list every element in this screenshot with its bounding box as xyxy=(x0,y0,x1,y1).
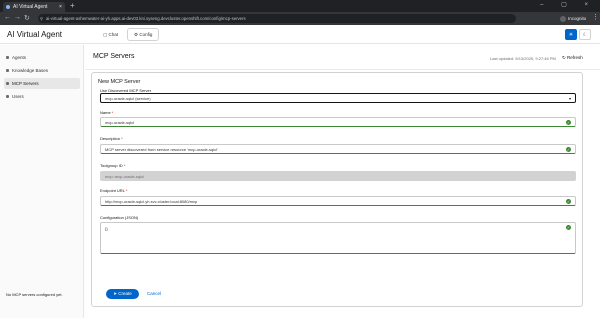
sidebar: Agents Knowledge Bases MCP Servers Users xyxy=(0,45,84,318)
empty-state-text: No MCP servers configured yet. xyxy=(6,292,63,297)
main-content: MCP Servers Last updated: 5/13/2025, 9:2… xyxy=(85,45,600,318)
address-text: ai-virtual-agent-ashemwater-ai-yh.apps.a… xyxy=(46,16,246,21)
new-tab-button[interactable]: + xyxy=(70,1,75,10)
name-label: Name * xyxy=(100,110,114,115)
last-updated-text: Last updated: 5/13/2025, 9:27:46 PM xyxy=(490,56,556,61)
incognito-label: Incognito xyxy=(568,16,587,21)
address-bar[interactable]: ⚲ ai-virtual-agent-ashemwater-ai-yh.apps… xyxy=(38,14,516,23)
valid-check-icon: ✓ xyxy=(566,225,571,230)
incognito-indicator[interactable]: Incognito xyxy=(560,14,586,23)
cancel-button[interactable]: Cancel xyxy=(147,289,161,299)
sidebar-item-users[interactable]: Users xyxy=(4,91,80,102)
app-root: AI Virtual Agent ▢ Chat ⚙ Config ☀ ☾ Age… xyxy=(0,25,600,318)
light-mode-icon[interactable]: ☀ xyxy=(565,29,577,40)
description-label: Description * xyxy=(100,136,123,141)
mcp-servers-icon xyxy=(6,82,9,85)
reload-icon[interactable]: ↻ xyxy=(24,14,30,22)
discovered-select[interactable]: mcp-oracle-sqlcl (service) ▾ xyxy=(100,93,576,103)
browser-tab[interactable]: AI Virtual Agent × xyxy=(3,2,65,12)
config-textarea[interactable]: {} ✓ xyxy=(100,222,576,254)
new-mcp-server-card: New MCP Server Use Discovered MCP Server… xyxy=(91,72,583,307)
browser-tab-title: AI Virtual Agent xyxy=(13,4,48,10)
valid-check-icon: ✓ xyxy=(566,147,571,152)
valid-check-icon: ✓ xyxy=(566,120,571,125)
refresh-button[interactable]: ↻ Refresh xyxy=(562,55,583,61)
app-title: AI Virtual Agent xyxy=(7,30,62,39)
form-title: New MCP Server xyxy=(98,79,141,85)
valid-check-icon: ✓ xyxy=(566,199,571,204)
sidebar-item-mcp-servers[interactable]: MCP Servers xyxy=(4,78,80,89)
knowledge-bases-icon xyxy=(6,69,9,72)
description-field[interactable]: MCP server discovered from service resou… xyxy=(100,144,576,154)
sidebar-item-knowledge-bases[interactable]: Knowledge Bases xyxy=(4,65,80,76)
page-header: MCP Servers Last updated: 5/13/2025, 9:2… xyxy=(85,45,600,70)
back-icon[interactable]: ← xyxy=(4,14,11,21)
tab-close-icon[interactable]: × xyxy=(59,2,62,12)
page-title: MCP Servers xyxy=(93,53,135,60)
incognito-icon xyxy=(560,15,566,22)
tab-config[interactable]: ⚙ Config xyxy=(128,29,159,40)
browser-tab-strip: AI Virtual Agent × + – ▢ × xyxy=(0,0,600,12)
main-tabs: ▢ Chat ⚙ Config xyxy=(97,29,159,40)
config-label: Configuration (JSON) xyxy=(100,215,139,220)
toolgroup-field: mcp::mcp-oracle-sqlcl xyxy=(100,171,576,181)
site-info-icon[interactable]: ⚲ xyxy=(40,14,43,23)
browser-menu-icon[interactable]: ⋮ xyxy=(592,13,599,21)
create-button[interactable]: ➤ Create xyxy=(106,289,139,299)
forward-icon[interactable]: → xyxy=(14,14,21,21)
agents-icon xyxy=(6,56,9,59)
favicon-icon xyxy=(6,5,10,9)
browser-toolbar: ← → ↻ ⚲ ai-virtual-agent-ashemwater-ai-y… xyxy=(0,12,600,25)
toolgroup-label: Toolgroup ID * xyxy=(100,163,126,168)
endpoint-field[interactable]: http://mcp-oracle-sqlcl.yh.svc.cluster.l… xyxy=(100,196,576,206)
window-controls[interactable]: – ▢ × xyxy=(540,1,596,8)
theme-toggle: ☀ ☾ xyxy=(565,29,591,40)
tab-chat[interactable]: ▢ Chat xyxy=(97,29,124,40)
sidebar-item-agents[interactable]: Agents xyxy=(4,52,80,63)
users-icon xyxy=(6,95,9,98)
endpoint-label: Endpoint URL * xyxy=(100,188,128,193)
chevron-down-icon: ▾ xyxy=(568,96,571,101)
dark-mode-icon[interactable]: ☾ xyxy=(579,29,591,40)
name-field[interactable]: mcp-oracle-sqlcl ✓ xyxy=(100,117,576,127)
app-header: AI Virtual Agent ▢ Chat ⚙ Config ☀ ☾ xyxy=(0,25,600,44)
